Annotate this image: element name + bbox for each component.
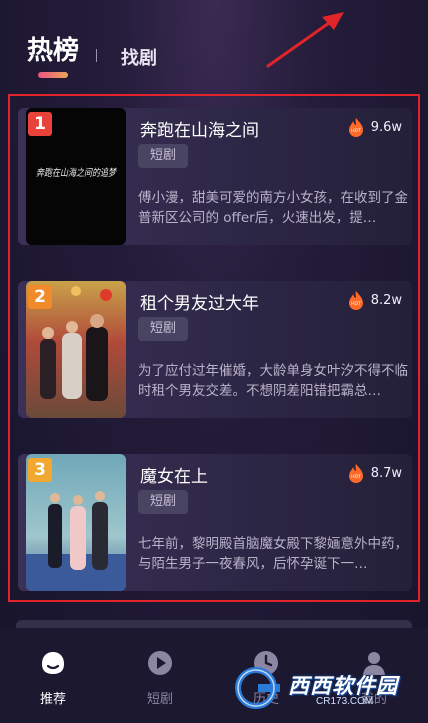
- nav-drama[interactable]: 短剧: [130, 648, 190, 707]
- hot-flame-icon: HOT: [348, 118, 363, 137]
- rank-badge: 2: [28, 285, 52, 309]
- heat-value: 9.6w: [370, 119, 402, 135]
- heat-indicator: HOT 9.6w: [347, 116, 402, 138]
- heat-indicator: HOT 8.2w: [347, 289, 402, 311]
- top-tabs: 热榜 找剧: [0, 0, 428, 95]
- drama-card-3[interactable]: 3 魔女在上 短剧 HOT 8.7w 七年前，黎明殿首脑魔女殿下黎婳意外中药，与…: [18, 454, 412, 591]
- hot-label: HOT: [351, 474, 361, 480]
- play-icon: [148, 651, 172, 675]
- drama-description: 七年前，黎明殿首脑魔女殿下黎婳意外中药，与陌生男子一夜春风，后怀孕诞下一…: [138, 536, 408, 572]
- heat-value: 8.2w: [370, 292, 402, 308]
- hot-label: HOT: [351, 128, 361, 134]
- genre-tag: 短剧: [138, 490, 189, 514]
- nav-home[interactable]: 推荐: [23, 648, 83, 707]
- drama-description: 傅小漫，甜美可爱的南方小女孩，在收到了金普新区公司的 offer后，火速出发，提…: [138, 190, 408, 226]
- rank-badge: 3: [28, 458, 52, 482]
- rank-badge: 1: [28, 112, 52, 136]
- heat-indicator: HOT 8.7w: [347, 462, 402, 484]
- drama-card-1[interactable]: 奔跑在山海之间的追梦 1 奔跑在山海之间 短剧 HOT 9.6w 傅小漫，甜美可…: [18, 108, 412, 245]
- hot-flame-icon: HOT: [348, 464, 363, 483]
- heat-value: 8.7w: [370, 465, 402, 481]
- nav-drama-label: 短剧: [146, 692, 173, 707]
- nav-home-label: 推荐: [39, 692, 66, 707]
- highlighted-ranking-list: 奔跑在山海之间的追梦 1 奔跑在山海之间 短剧 HOT 9.6w 傅小漫，甜美可…: [8, 94, 420, 602]
- hot-label: HOT: [351, 301, 361, 307]
- tab-hot-list[interactable]: 热榜: [27, 30, 79, 67]
- home-face-icon: [42, 652, 64, 674]
- watermark-logo-icon: [235, 667, 280, 709]
- drama-title[interactable]: 租个男友过大年: [140, 289, 259, 314]
- watermark: 西西软件园 CR173.COM: [232, 666, 408, 710]
- drama-card-2[interactable]: 2 租个男友过大年 短剧 HOT 8.2w 为了应付过年催婚，大龄单身女叶汐不得…: [18, 281, 412, 418]
- watermark-url: CR173.COM: [316, 696, 374, 707]
- hot-flame-icon: HOT: [348, 291, 363, 310]
- genre-tag: 短剧: [138, 317, 189, 341]
- tab-find-drama[interactable]: 找剧: [121, 44, 157, 70]
- tab-divider: [96, 49, 97, 62]
- annotation-arrow-icon: [266, 12, 344, 68]
- drama-description: 为了应付过年催婚，大龄单身女叶汐不得不临时租个男友交差。不想阴差阳错把霸总…: [138, 363, 408, 399]
- drama-title[interactable]: 奔跑在山海之间: [140, 116, 259, 141]
- drama-title[interactable]: 魔女在上: [140, 462, 208, 487]
- genre-tag: 短剧: [138, 144, 189, 168]
- poster-calligraphy: 奔跑在山海之间的追梦: [36, 167, 118, 179]
- active-tab-indicator: [38, 72, 68, 78]
